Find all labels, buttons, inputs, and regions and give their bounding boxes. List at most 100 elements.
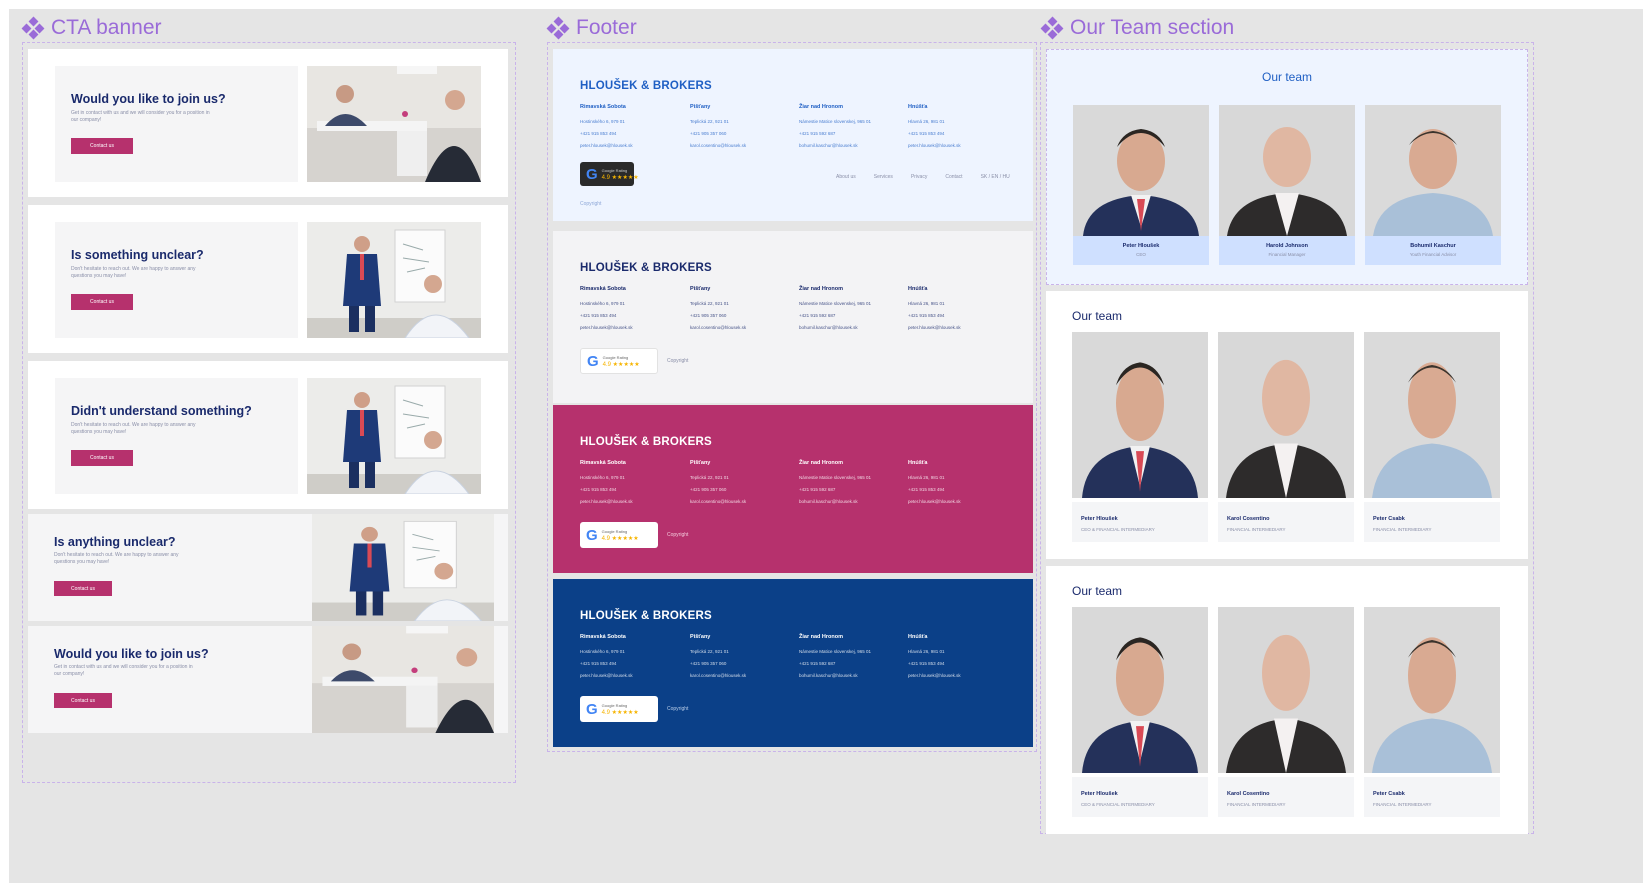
team-title: Our team [1261,70,1312,84]
cta-card[interactable]: Would you like to join us? Get in contac… [28,626,508,733]
google-stars: 4.9 ★★★★★ [601,174,639,181]
footer-email[interactable]: karol.cosentino@hlousek.sk [690,140,746,152]
copyright: Copyright [667,706,689,712]
footer-phone[interactable]: +421 915 853 494 [908,658,961,670]
google-rating-badge[interactable]: G Google Rating 4.9 ★★★★★ [580,348,658,374]
footer-link-privacy[interactable]: Privacy [911,174,927,180]
member-name: Karol Cosentino [1227,791,1270,797]
footer-address: Teplická 22, 921 01 [690,119,729,124]
footer-email[interactable]: peter.hlousek@hlousek.sk [908,140,961,152]
footer-email[interactable]: bohumil.kaschur@hlousek.sk [799,322,871,334]
cta-card[interactable]: Didn't understand something? Don't hesit… [28,361,508,509]
footer-email[interactable]: peter.hlousek@hlousek.sk [580,670,633,682]
team-member-card[interactable]: Harold Johnson Financial Manager [1219,105,1355,265]
team-member-card[interactable]: Peter Csabk FINANCIAL INTERMEDIARY [1364,332,1500,542]
member-name: Peter Hloušek [1122,243,1160,249]
footer-email[interactable]: bohumil.kaschur@hlousek.sk [799,670,871,682]
footer-phone[interactable]: +421 905 357 060 [690,658,746,670]
google-rating-badge[interactable]: G Google Rating 4.9 ★★★★★ [580,162,639,186]
footer-link-contact[interactable]: Contact [945,174,962,180]
cta-card[interactable]: Is something unclear? Don't hesitate to … [28,205,508,353]
member-photo [1365,105,1501,236]
footer-phone[interactable]: +421 905 357 060 [690,128,746,140]
footer-navy[interactable]: HLOUŠEK & BROKERS Rimavská Sobota Hostin… [553,579,1033,747]
footer-brand[interactable]: HLOUŠEK & BROKERS [580,262,712,274]
footer-phone[interactable]: +421 915 592 687 [799,658,871,670]
team-section-highlight[interactable]: Our team Peter Hloušek CEO Harold Johnso… [1046,49,1528,285]
team-frame-label[interactable]: Our Team section [1040,16,1234,40]
team-member-card[interactable]: Karol Cosentino FINANCIAL INTERMEDIARY [1218,607,1354,817]
contact-button[interactable]: Contact us [71,450,133,466]
footer-link-about[interactable]: About us [836,174,856,180]
footer-column: Pišťany Teplická 22, 921 01 +421 905 357… [690,634,746,682]
member-label-bg [1072,502,1208,542]
footer-email[interactable]: peter.hlousek@hlousek.sk [580,322,633,334]
footer-brand[interactable]: HLOUŠEK & BROKERS [580,610,712,622]
footer-phone[interactable]: +421 905 357 060 [690,484,746,496]
copyright: Copyright [667,532,689,538]
cta-banner-frame-label[interactable]: CTA banner [21,16,162,40]
member-name: Bohumil Kaschur [1410,243,1456,249]
google-rating-badge[interactable]: G Google Rating 4.9 ★★★★★ [580,522,658,548]
language-switcher[interactable]: SK / EN / HU [981,174,1010,180]
footer-email[interactable]: karol.cosentino@hlousek.sk [690,670,746,682]
team-section[interactable]: Our team Peter Hloušek CEO & FINANCIAL I… [1046,291,1528,559]
footer-city: Rimavská Sobota [580,104,626,110]
footer-frame-label[interactable]: Footer [546,16,637,40]
footer-city: Hnúšťa [908,104,928,110]
footer-brand[interactable]: HLOUŠEK & BROKERS [580,436,712,448]
footer-email[interactable]: karol.cosentino@hlousek.sk [690,496,746,508]
footer-phone[interactable]: +421 915 853 494 [908,128,961,140]
footer-city: Žiar nad Hronom [799,634,844,640]
team-section[interactable]: Our team Peter Hloušek CEO & FINANCIAL I… [1046,566,1528,834]
footer-address: Hostinského 6, 979 01 [580,301,625,306]
member-photo [1364,332,1500,498]
footer-column: Hnúšťa Hlavná 26, 981 01 +421 915 853 49… [908,634,961,682]
footer-brand[interactable]: HLOUŠEK & BROKERS [580,80,712,92]
footer-address: Námestie Matice slovenskej, 965 01 [799,475,872,480]
footer-email[interactable]: peter.hlousek@hlousek.sk [580,140,633,152]
team-member-card[interactable]: Peter Hloušek CEO & FINANCIAL INTERMEDIA… [1072,607,1208,817]
footer-column: Pišťany Teplická 22, 921 01 +421 905 357… [690,104,746,152]
footer-email[interactable]: bohumil.kaschur@hlousek.sk [799,140,871,152]
footer-link-services[interactable]: Services [874,174,893,180]
team-member-card[interactable]: Bohumil Kaschur Youth Financial Advisor [1365,105,1501,265]
footer-email[interactable]: peter.hlousek@hlousek.sk [908,496,961,508]
contact-button[interactable]: Contact us [71,138,133,154]
footer-phone[interactable]: +421 915 592 687 [799,128,871,140]
footer-city: Pišťany [690,286,711,292]
footer-phone[interactable]: +421 915 853 494 [580,128,633,140]
footer-phone[interactable]: +421 915 592 687 [799,484,871,496]
footer-email[interactable]: peter.hlousek@hlousek.sk [908,322,961,334]
contact-button[interactable]: Contact us [71,294,133,310]
footer-address: Hostinského 6, 979 01 [580,475,625,480]
cta-card[interactable]: Would you like to join us? Get in contac… [28,49,508,197]
footer-city: Pišťany [690,104,711,110]
footer-phone[interactable]: +421 915 853 494 [580,310,633,322]
footer-email[interactable]: peter.hlousek@hlousek.sk [908,670,961,682]
footer-email[interactable]: peter.hlousek@hlousek.sk [580,496,633,508]
cta-card[interactable]: Is anything unclear? Don't hesitate to r… [28,514,508,621]
footer-phone[interactable]: +421 915 853 494 [580,484,633,496]
footer-email[interactable]: bohumil.kaschur@hlousek.sk [799,496,871,508]
team-member-card[interactable]: Karol Cosentino FINANCIAL INTERMEDIARY [1218,332,1354,542]
team-member-card[interactable]: Peter Csabk FINANCIAL INTERMEDIARY [1364,607,1500,817]
cta-text: Don't hesitate to reach out. We are happ… [71,422,196,435]
google-label: Google Rating [601,528,628,534]
footer-phone[interactable]: +421 915 853 494 [908,310,961,322]
team-member-card[interactable]: Peter Hloušek CEO & FINANCIAL INTERMEDIA… [1072,332,1208,542]
contact-button[interactable]: Contact us [54,693,112,708]
member-name: Peter Hloušek [1081,791,1118,797]
footer-email[interactable]: karol.cosentino@hlousek.sk [690,322,746,334]
footer-phone[interactable]: +421 915 592 687 [799,310,871,322]
footer-phone[interactable]: +421 905 357 060 [690,310,746,322]
footer-phone[interactable]: +421 915 853 494 [908,484,961,496]
footer-column: Pišťany Teplická 22, 921 01 +421 905 357… [690,286,746,334]
contact-button[interactable]: Contact us [54,581,112,596]
footer-light[interactable]: HLOUŠEK & BROKERS Rimavská Sobota Hostin… [553,49,1033,221]
google-rating-badge[interactable]: G Google Rating 4.9 ★★★★★ [580,696,658,722]
footer-phone[interactable]: +421 915 853 494 [580,658,633,670]
footer-magenta[interactable]: HLOUŠEK & BROKERS Rimavská Sobota Hostin… [553,405,1033,573]
footer-gray[interactable]: HLOUŠEK & BROKERS Rimavská Sobota Hostin… [553,231,1033,403]
team-member-card[interactable]: Peter Hloušek CEO [1073,105,1209,265]
